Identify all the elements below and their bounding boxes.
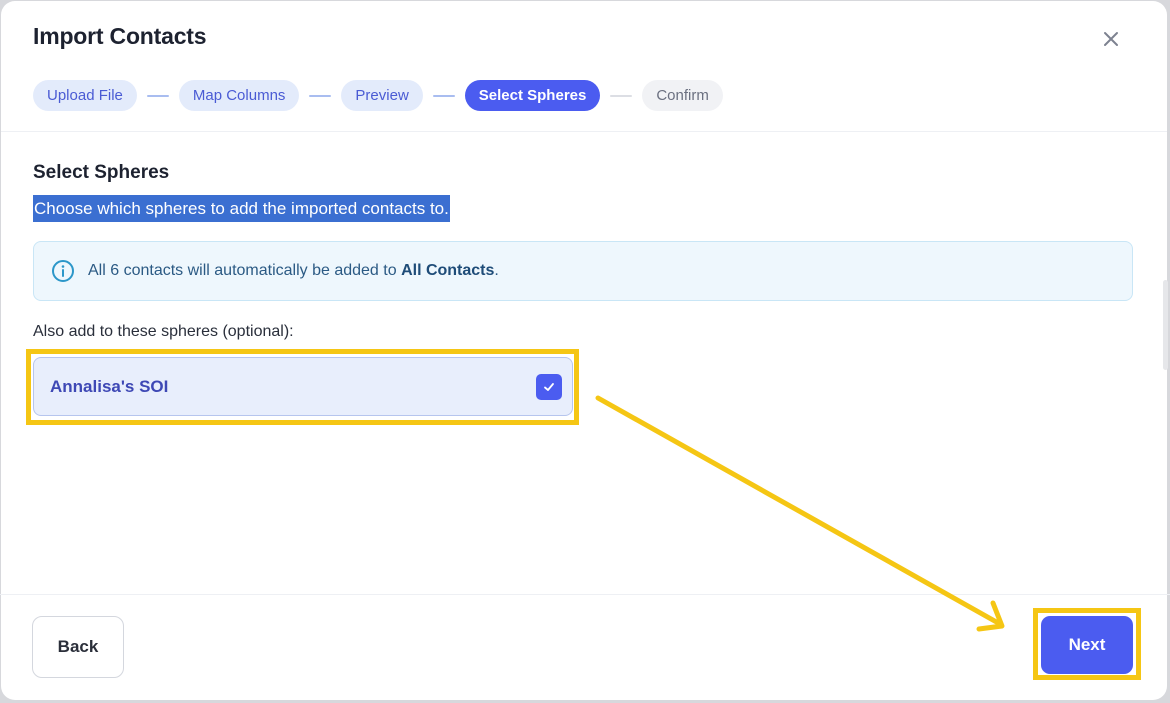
close-button[interactable]: [1097, 25, 1125, 53]
optional-spheres-label: Also add to these spheres (optional):: [33, 323, 294, 340]
sphere-label: Annalisa's SOI: [50, 376, 169, 396]
step-connector: [146, 94, 169, 97]
dialog-header: Import Contacts Upload File Map Columns …: [1, 1, 1167, 132]
checkmark-icon: [544, 383, 554, 391]
back-button[interactable]: Back: [32, 616, 124, 678]
next-button[interactable]: Next: [1041, 616, 1133, 674]
step-connector: [432, 94, 455, 97]
info-text-suffix: .: [494, 262, 499, 279]
dialog-footer: [0, 594, 1170, 699]
section-heading: Select Spheres: [33, 162, 170, 183]
step-upload-file[interactable]: Upload File: [33, 80, 137, 111]
dialog-title: Import Contacts: [33, 23, 207, 49]
sphere-checkbox[interactable]: [536, 374, 562, 400]
info-banner: All 6 contacts will automatically be add…: [33, 241, 1133, 301]
import-stepper: Upload File Map Columns Preview Select S…: [33, 80, 723, 111]
scrollbar[interactable]: [1163, 280, 1168, 370]
step-map-columns[interactable]: Map Columns: [178, 80, 300, 111]
step-preview[interactable]: Preview: [341, 80, 423, 111]
info-text: All 6 contacts will automatically be add…: [88, 262, 499, 280]
close-icon: [1104, 32, 1118, 46]
step-connector: [610, 94, 633, 97]
info-icon: [51, 259, 75, 283]
step-confirm: Confirm: [642, 80, 723, 111]
step-connector: [309, 94, 332, 97]
info-text-emphasis: All Contacts: [401, 262, 495, 279]
sphere-option[interactable]: Annalisa's SOI: [33, 357, 573, 416]
section-subtitle: Choose which spheres to add the imported…: [33, 195, 450, 222]
step-select-spheres[interactable]: Select Spheres: [464, 80, 601, 111]
info-text-prefix: All 6 contacts will automatically be add…: [88, 262, 402, 279]
